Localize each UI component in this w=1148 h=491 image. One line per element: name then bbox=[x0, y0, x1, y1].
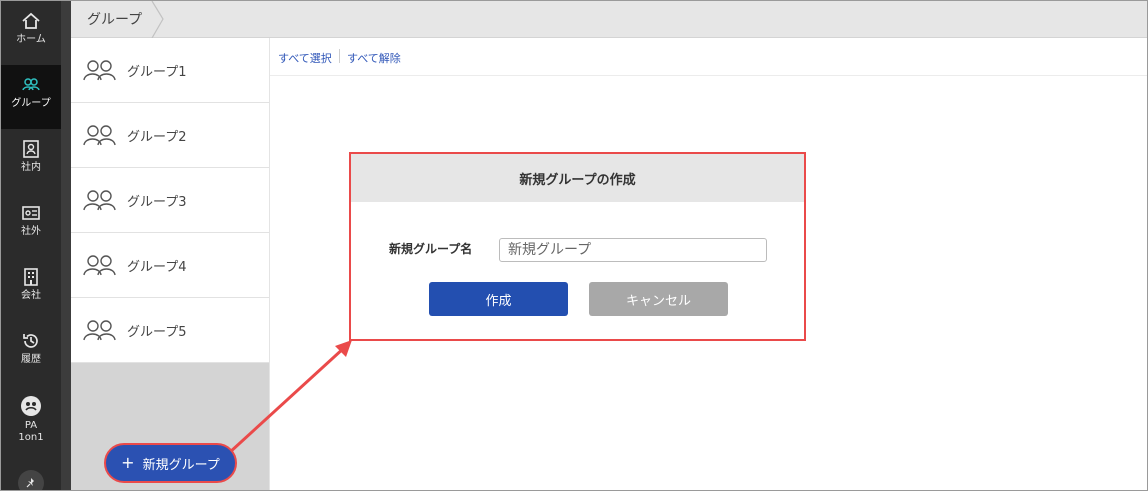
dialog-title: 新規グループの作成 bbox=[351, 154, 804, 202]
group-name-label: 新規グループ名 bbox=[389, 242, 473, 256]
breadcrumb-chevron-icon bbox=[151, 1, 164, 38]
nav-label-pa-1on1: PA 1on1 bbox=[18, 420, 44, 443]
group-list-item[interactable]: グループ4 bbox=[71, 233, 269, 298]
nav-label-history: 履歴 bbox=[21, 354, 41, 365]
plus-icon: + bbox=[121, 453, 135, 472]
breadcrumb-bar: グループ bbox=[71, 1, 1147, 38]
selection-bar: すべて選択 すべて解除 bbox=[270, 38, 1147, 76]
group-icon bbox=[83, 255, 116, 276]
nav-label-group: グループ bbox=[11, 98, 51, 109]
nav-item-group[interactable]: グループ bbox=[1, 65, 61, 129]
nav-divider-strip bbox=[61, 1, 71, 490]
internal-directory-icon bbox=[23, 140, 39, 158]
group-list-item[interactable]: グループ5 bbox=[71, 298, 269, 363]
pa-1on1-icon bbox=[21, 396, 41, 416]
nav-item-pa-1on1[interactable]: PA 1on1 bbox=[1, 385, 61, 449]
building-icon bbox=[24, 268, 38, 286]
external-card-icon bbox=[22, 206, 40, 220]
create-button[interactable]: 作成 bbox=[429, 282, 568, 316]
nav-label-external: 社外 bbox=[21, 226, 41, 237]
group-icon bbox=[83, 125, 116, 146]
group-name: グループ4 bbox=[127, 259, 187, 275]
history-icon bbox=[23, 334, 38, 348]
group-icon bbox=[83, 60, 116, 81]
group-name: グループ1 bbox=[127, 64, 187, 80]
group-name: グループ2 bbox=[127, 129, 187, 145]
nav-label-home: ホーム bbox=[16, 34, 46, 45]
select-all-link[interactable]: すべて選択 bbox=[278, 50, 332, 66]
nav-item-home[interactable]: ホーム bbox=[1, 1, 61, 65]
group-list-item[interactable]: グループ3 bbox=[71, 168, 269, 233]
group-list-item[interactable]: グループ1 bbox=[71, 38, 269, 103]
home-icon bbox=[22, 12, 40, 29]
group-name: グループ5 bbox=[127, 324, 187, 340]
side-nav: ホーム グループ 社内 社外 会社 履歴 PA 1on1 bbox=[1, 1, 61, 490]
app-window: ホーム グループ 社内 社外 会社 履歴 PA 1on1 グループ グループ1 … bbox=[0, 0, 1148, 491]
nav-item-external[interactable]: 社外 bbox=[1, 193, 61, 257]
cancel-button[interactable]: キャンセル bbox=[589, 282, 728, 316]
nav-label-internal: 社内 bbox=[21, 162, 41, 173]
nav-item-company[interactable]: 会社 bbox=[1, 257, 61, 321]
group-list: グループ1 グループ2 グループ3 グループ4 グループ5 bbox=[71, 38, 269, 490]
nav-label-company: 会社 bbox=[21, 290, 41, 301]
group-icon bbox=[22, 78, 40, 91]
group-name-input[interactable] bbox=[499, 238, 767, 262]
selection-divider bbox=[339, 49, 340, 63]
new-group-label: 新規グループ bbox=[142, 457, 220, 473]
new-group-dialog: 新規グループの作成 新規グループ名 作成 キャンセル bbox=[349, 152, 806, 341]
nav-item-internal[interactable]: 社内 bbox=[1, 129, 61, 193]
breadcrumb-current[interactable]: グループ bbox=[87, 9, 142, 29]
group-name: グループ3 bbox=[127, 194, 187, 210]
pin-button[interactable] bbox=[18, 470, 44, 490]
nav-item-history[interactable]: 履歴 bbox=[1, 321, 61, 385]
pin-icon bbox=[26, 478, 34, 488]
group-icon bbox=[83, 320, 116, 341]
new-group-button[interactable]: + 新規グループ bbox=[104, 443, 237, 483]
group-icon bbox=[83, 190, 116, 211]
deselect-all-link[interactable]: すべて解除 bbox=[347, 50, 401, 66]
group-list-item[interactable]: グループ2 bbox=[71, 103, 269, 168]
